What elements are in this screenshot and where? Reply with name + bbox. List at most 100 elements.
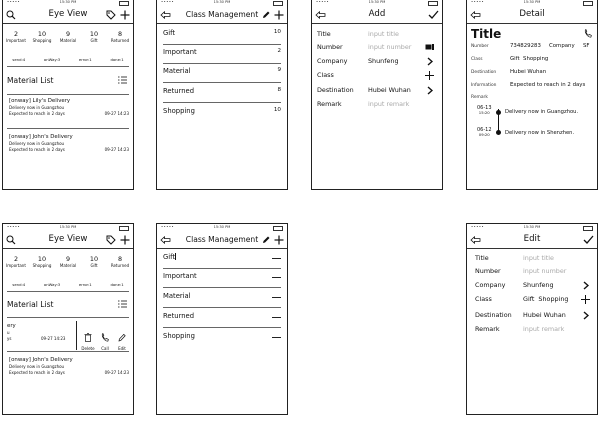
pencil-icon[interactable] <box>260 231 272 248</box>
remark-field-row: Remark input remark <box>475 325 565 333</box>
number-input[interactable]: input number <box>523 267 566 275</box>
remark-label: Remark <box>471 95 488 100</box>
stat-returned[interactable]: 8 Returned <box>108 30 132 43</box>
list-item[interactable]: [onway] John's Delivery Delivery now in … <box>9 357 129 376</box>
phone-icon[interactable] <box>584 29 592 38</box>
class-edit-row-gift[interactable]: Gift <box>163 253 281 269</box>
page-title: Class Management <box>185 235 259 244</box>
back-icon[interactable] <box>159 231 171 248</box>
edit-screen: ••••• 15:30 PM Edit Title input title Numb… <box>466 223 598 415</box>
back-icon[interactable] <box>469 231 481 248</box>
class-row-important[interactable]: Important 2 <box>163 48 281 64</box>
pencil-icon[interactable] <box>260 6 272 23</box>
title-input[interactable]: input title <box>368 30 399 38</box>
timeline-time: 06-13 15:20 <box>477 105 492 115</box>
status-error[interactable]: error:1 <box>79 282 92 287</box>
status-send[interactable]: send:4 <box>12 282 25 287</box>
remark-input[interactable]: input remark <box>368 100 409 108</box>
scan-icon[interactable] <box>425 44 434 50</box>
list-item[interactable]: [onway] John's Delivery Delivery now in … <box>9 134 129 153</box>
item-date: 09-27 14:23 <box>41 336 66 341</box>
class-edit-row-material[interactable]: Material <box>163 292 281 308</box>
class-count: 8 <box>277 87 281 93</box>
stat-material[interactable]: 9 Material <box>56 30 80 43</box>
number-input[interactable]: input number <box>368 43 411 51</box>
add-class-icon[interactable] <box>581 295 590 304</box>
class-field-row[interactable]: Class Gift Shopping <box>475 295 592 304</box>
back-icon[interactable] <box>159 6 171 23</box>
list-title: Material List <box>7 300 54 309</box>
class-row-material[interactable]: Material 9 <box>163 67 281 83</box>
tag-icon[interactable] <box>105 6 117 23</box>
back-icon[interactable] <box>314 6 326 23</box>
company-value: Shunfeng <box>523 281 554 289</box>
remove-class-button[interactable] <box>272 297 281 298</box>
class-row-shopping[interactable]: Shopping 10 <box>163 107 281 115</box>
detail-screen: ••••• 15:30 PM Detail Title Number 734829… <box>466 0 598 190</box>
class-field-row[interactable]: Class <box>317 71 437 80</box>
remove-class-button[interactable] <box>272 337 281 338</box>
search-icon[interactable] <box>5 6 17 23</box>
add-class-icon[interactable] <box>425 71 434 80</box>
list-item-swiped[interactable]: ery u ys 09-27 14:23 <box>7 323 77 350</box>
stat-important[interactable]: 2 Important <box>4 30 28 43</box>
title-input[interactable]: input title <box>523 254 554 262</box>
add-icon[interactable] <box>119 6 131 23</box>
remark-field-row: Remark input remark <box>317 100 410 108</box>
stat-important[interactable]: 2 Important <box>4 255 28 268</box>
class-row-returned[interactable]: Returned 8 <box>163 87 281 103</box>
class-edit-row-returned[interactable]: Returned <box>163 312 281 328</box>
status-onway[interactable]: onWay:3 <box>44 57 60 62</box>
class-name-input[interactable]: Gift <box>163 253 175 261</box>
company-value: Shunfeng <box>368 57 399 65</box>
status-summary: send:4 onWay:3 error:1 done:1 <box>3 282 133 287</box>
list-item[interactable]: [onway] Lily's Delivery Delivery now in … <box>9 98 129 117</box>
stat-returned[interactable]: 8 Returned <box>108 255 132 268</box>
status-done[interactable]: done:1 <box>110 282 123 287</box>
stat-gift[interactable]: 10 Gift <box>82 255 106 268</box>
list-view-icon[interactable] <box>118 76 127 84</box>
remove-class-button[interactable] <box>272 277 281 278</box>
tag-icon[interactable] <box>105 231 117 248</box>
call-button[interactable]: Call <box>97 327 113 351</box>
class-edit-row-important[interactable]: Important <box>163 272 281 288</box>
destination-value: Hubei Wuhan <box>523 311 566 319</box>
stat-gift[interactable]: 10 Gift <box>82 30 106 43</box>
company-field-row[interactable]: Company Shunfeng <box>317 57 437 66</box>
divider <box>7 351 129 352</box>
status-error[interactable]: error:1 <box>79 57 92 62</box>
remove-class-button[interactable] <box>272 317 281 318</box>
list-view-icon[interactable] <box>118 300 127 308</box>
company-field-row[interactable]: Company Shunfeng <box>475 281 592 290</box>
add-icon[interactable] <box>273 6 285 23</box>
nav-bar: Class Management <box>157 6 287 24</box>
add-icon[interactable] <box>273 231 285 248</box>
remark-input[interactable]: input remark <box>523 325 564 333</box>
stat-shopping[interactable]: 10 Shopping <box>30 255 54 268</box>
class-count: 10 <box>273 29 281 35</box>
page-title: Eye View <box>48 9 88 19</box>
add-icon[interactable] <box>119 231 131 248</box>
divider <box>7 94 129 95</box>
stat-material[interactable]: 9 Material <box>56 255 80 268</box>
check-icon[interactable] <box>427 6 439 23</box>
destination-field-row[interactable]: Destination Hubei Wuhan <box>475 311 592 320</box>
edit-button[interactable]: Edit <box>114 327 130 351</box>
check-icon[interactable] <box>582 231 594 248</box>
back-icon[interactable] <box>469 6 481 23</box>
remove-class-button[interactable] <box>272 258 281 259</box>
nav-bar: Edit <box>467 231 597 249</box>
information-value: Expected to reach in 2 days <box>510 82 586 88</box>
status-send[interactable]: send:4 <box>12 57 25 62</box>
status-onway[interactable]: onWay:3 <box>44 282 60 287</box>
class-row-gift[interactable]: Gift 10 <box>163 29 281 45</box>
status-done[interactable]: done:1 <box>110 57 123 62</box>
divider <box>7 291 129 292</box>
class-edit-row-shopping[interactable]: Shopping <box>163 332 281 344</box>
status-summary: send:4 onWay:3 error:1 done:1 <box>3 57 133 62</box>
delete-button[interactable]: Delete <box>80 327 96 351</box>
destination-field-row[interactable]: Destination Hubei Wuhan <box>317 86 437 95</box>
stat-shopping[interactable]: 10 Shopping <box>30 30 54 43</box>
search-icon[interactable] <box>5 231 17 248</box>
company-label: Company <box>549 43 575 49</box>
